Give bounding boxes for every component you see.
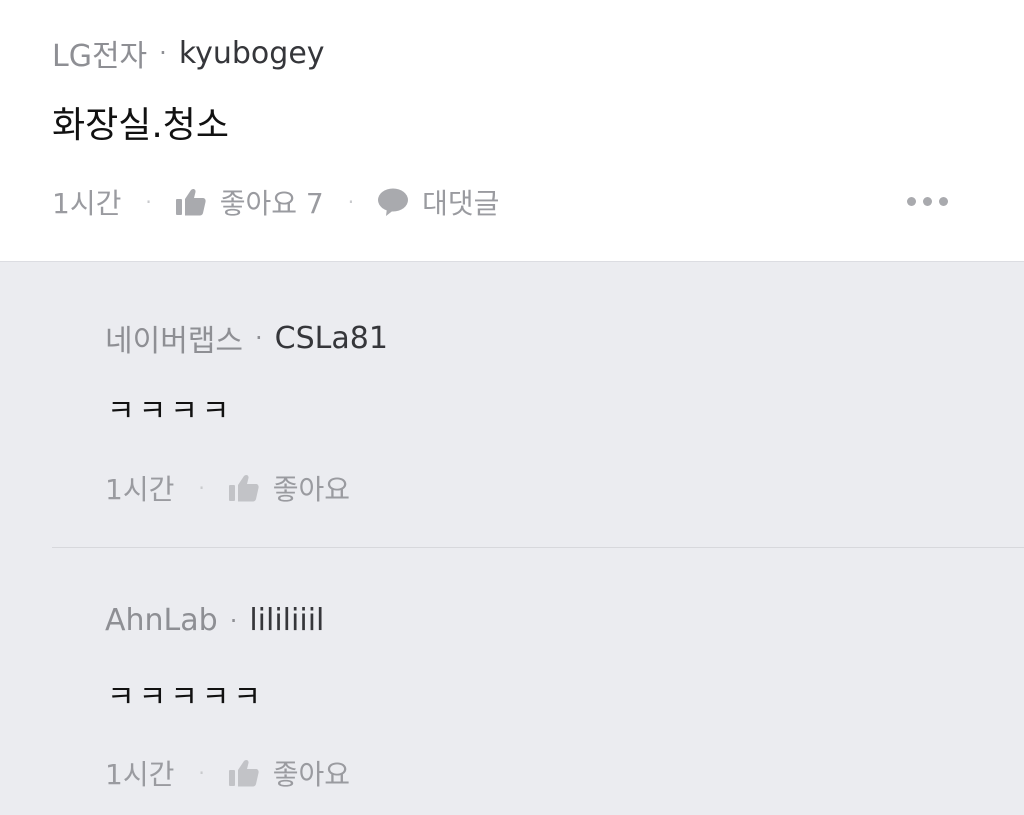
- reply-company[interactable]: 네이버랩스: [105, 316, 243, 360]
- post-like-label: 좋아요 7: [219, 187, 324, 220]
- reply-time: 1시간: [105, 473, 175, 506]
- reply-like-button[interactable]: 좋아요: [228, 753, 350, 793]
- reply-time: 1시간: [105, 758, 175, 791]
- post-meta: LG전자 · kyubogey: [52, 31, 325, 75]
- reply-meta-separator: ·: [229, 606, 238, 635]
- thumbs-up-icon: [175, 188, 206, 216]
- more-dots-icon: [907, 197, 916, 206]
- reply-actions: 1시간 · 좋아요: [105, 468, 350, 508]
- reply-company[interactable]: AhnLab: [105, 603, 218, 638]
- post-reply-button[interactable]: 대댓글: [378, 182, 499, 222]
- action-separator: ·: [347, 190, 355, 214]
- reply-actions: 1시간 · 좋아요: [105, 753, 350, 793]
- reply-meta: AhnLab · lililiiil: [105, 603, 324, 638]
- post-time: 1시간: [52, 187, 122, 220]
- more-dot: [923, 197, 932, 206]
- post-text: 화장실.청소: [52, 105, 230, 146]
- action-separator: ·: [198, 476, 205, 500]
- post-actions: 1시간 · 좋아요 7 · 대댓글: [52, 182, 499, 222]
- reply-like-button[interactable]: 좋아요: [228, 468, 350, 508]
- reply-meta-separator: ·: [255, 324, 263, 352]
- action-separator: ·: [198, 761, 205, 785]
- speech-bubble-icon: [378, 188, 409, 216]
- post-company[interactable]: LG전자: [52, 31, 147, 75]
- post-card: LG전자 · kyubogey 화장실.청소 1시간 · 좋아요 7 · 대댓글: [0, 0, 1024, 262]
- reply-meta: 네이버랩스 · CSLa81: [105, 316, 388, 360]
- reply-author[interactable]: CSLa81: [275, 321, 388, 356]
- post-reply-label: 대댓글: [422, 187, 500, 220]
- more-dot: [939, 197, 948, 206]
- reply-text: ㅋㅋㅋㅋㅋ: [107, 680, 265, 715]
- more-options-button[interactable]: [903, 193, 952, 210]
- reply-like-label: 좋아요: [272, 758, 350, 791]
- post-author[interactable]: kyubogey: [179, 36, 325, 71]
- reply-like-label: 좋아요: [272, 473, 350, 506]
- reply-author[interactable]: lililiiil: [249, 603, 324, 638]
- post-meta-separator: ·: [159, 39, 167, 67]
- action-separator: ·: [145, 190, 152, 214]
- reply-text: ㅋㅋㅋㅋ: [107, 394, 234, 429]
- thumbs-up-icon: [228, 759, 259, 787]
- reply-divider: [52, 547, 1024, 548]
- thumbs-up-icon: [228, 474, 259, 502]
- post-like-button[interactable]: 좋아요 7: [175, 182, 324, 222]
- replies-section: 네이버랩스 · CSLa81 ㅋㅋㅋㅋ 1시간 · 좋아요 AhnLab · l…: [0, 262, 1024, 815]
